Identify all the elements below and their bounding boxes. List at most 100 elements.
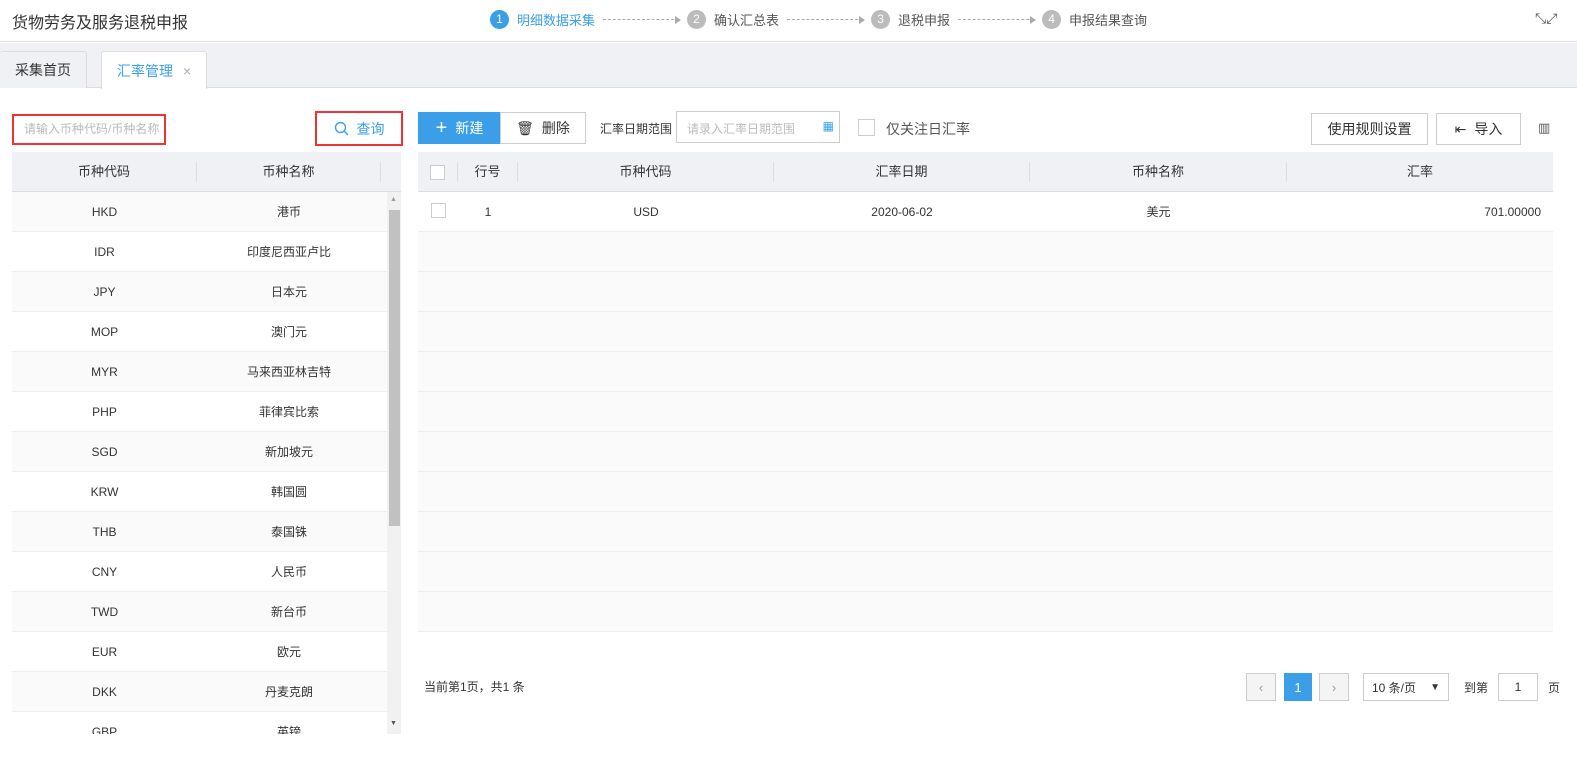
rate-date: 2020-06-02 bbox=[871, 204, 933, 219]
currency-code: TWD bbox=[90, 604, 119, 619]
chevron-down-icon: ▼ bbox=[1430, 681, 1440, 693]
currency-name: 英镑 bbox=[276, 725, 301, 734]
currency-row[interactable]: JPY 日本元 bbox=[12, 272, 387, 312]
scrollbar[interactable]: ▲ ▼ bbox=[387, 192, 401, 734]
empty-row bbox=[418, 472, 1553, 512]
currency-code: GBP bbox=[91, 724, 118, 735]
currency-code: THB bbox=[92, 524, 117, 539]
currency-list: ▲ ▼ HKD 港币 IDR 印度尼西亚卢比 JPY 日本元 MOP 澳门元 MYR 马来西亚林吉… bbox=[12, 192, 401, 734]
select-all-checkbox[interactable] bbox=[430, 164, 445, 180]
currency-name: 新加坡元 bbox=[264, 445, 313, 459]
plus-icon: + bbox=[435, 116, 448, 139]
date-range-input[interactable]: 请录入汇率日期范围 ▦ bbox=[676, 111, 840, 143]
delete-button[interactable]: 🗑 删除 bbox=[500, 112, 586, 144]
currency-row[interactable]: CNY 人民币 bbox=[12, 552, 387, 592]
scroll-down-icon[interactable]: ▼ bbox=[390, 720, 397, 727]
currency-row[interactable]: MOP 澳门元 bbox=[12, 312, 387, 352]
column-header: 汇率 bbox=[1406, 163, 1433, 179]
currency-code: EUR bbox=[91, 644, 118, 659]
tab-exchange-rate[interactable]: 汇率管理 × bbox=[101, 51, 208, 89]
app-title: 货物劳务及服务退税申报 bbox=[12, 15, 189, 32]
tab-bar: 采集首页 汇率管理 × bbox=[0, 43, 1577, 89]
query-button[interactable]: 查询 bbox=[315, 111, 403, 146]
rules-label: 使用规则设置 bbox=[1327, 121, 1412, 137]
prev-page-button[interactable]: ‹ bbox=[1246, 673, 1276, 701]
empty-row bbox=[418, 272, 1553, 312]
next-page-button[interactable]: › bbox=[1319, 673, 1349, 701]
empty-row bbox=[418, 392, 1553, 432]
goto-label: 到第 bbox=[1464, 681, 1489, 695]
header: 货物劳务及服务退税申报 1 明细数据采集 2 确认汇总表 3 退税申报 4 申报结果查询… bbox=[0, 0, 1577, 42]
column-settings-icon[interactable]: ▥ bbox=[1538, 120, 1550, 136]
currency-search-input[interactable]: 请输入币种代码/币种名称 bbox=[12, 114, 166, 145]
fullscreen-icon[interactable]: ⤡⤢ bbox=[1535, 10, 1557, 27]
step-label: 确认汇总表 bbox=[714, 12, 780, 28]
currency-row[interactable]: TWD 新台币 bbox=[12, 592, 387, 632]
rules-settings-button[interactable]: 使用规则设置 bbox=[1311, 113, 1428, 145]
tab-collect-home[interactable]: 采集首页 bbox=[0, 51, 87, 88]
calendar-icon: ▦ bbox=[822, 119, 834, 133]
column-header: 汇率日期 bbox=[774, 161, 1030, 182]
currency-row[interactable]: DKK 丹麦克朗 bbox=[12, 672, 387, 712]
currency-code: HKD bbox=[91, 204, 118, 219]
delete-label: 删除 bbox=[541, 120, 570, 136]
column-header: 币种代码 bbox=[12, 161, 197, 182]
step-label: 明细数据采集 bbox=[517, 12, 596, 28]
currency-row[interactable]: PHP 菲律宾比索 bbox=[12, 392, 387, 432]
currency-name: 丹麦克朗 bbox=[264, 685, 313, 699]
table-row[interactable]: 1 USD 2020-06-02 美元 701.00000 bbox=[418, 192, 1553, 232]
new-label: 新建 bbox=[455, 120, 484, 136]
close-icon[interactable]: × bbox=[183, 63, 191, 79]
import-icon: ⇤ bbox=[1454, 120, 1467, 137]
query-label: 查询 bbox=[356, 120, 385, 137]
empty-row bbox=[418, 432, 1553, 472]
empty-row bbox=[418, 232, 1553, 272]
select-all-cell bbox=[418, 161, 458, 182]
row-checkbox[interactable] bbox=[430, 202, 446, 218]
step-3[interactable]: 3 退税申报 bbox=[871, 9, 950, 29]
page-suffix: 页 bbox=[1548, 681, 1561, 695]
currency-row[interactable]: GBP 英镑 bbox=[12, 712, 387, 735]
currency-row[interactable]: HKD 港币 bbox=[12, 192, 387, 232]
step-4[interactable]: 4 申报结果查询 bbox=[1042, 9, 1148, 29]
date-placeholder: 请录入汇率日期范围 bbox=[687, 122, 796, 136]
exchange-rate-table: 行号 币种代码 汇率日期 币种名称 汇率 1 USD 2020-06-02 美元… bbox=[418, 152, 1553, 632]
currency-code: MYR bbox=[91, 364, 118, 379]
scrollbar-thumb[interactable] bbox=[389, 210, 400, 526]
step-arrow bbox=[787, 15, 866, 24]
import-button[interactable]: ⇤ 导入 bbox=[1436, 113, 1521, 145]
currency-row[interactable]: MYR 马来西亚林吉特 bbox=[12, 352, 387, 392]
goto-page-input[interactable]: 1 bbox=[1498, 673, 1538, 701]
row-number: 1 bbox=[484, 204, 492, 219]
step-1[interactable]: 1 明细数据采集 bbox=[490, 9, 596, 29]
currency-name: 泰国铢 bbox=[270, 525, 307, 539]
currency-name: 菲律宾比索 bbox=[258, 405, 319, 419]
step-progress: 1 明细数据采集 2 确认汇总表 3 退税申报 4 申报结果查询 bbox=[490, 9, 1147, 29]
empty-row bbox=[418, 312, 1553, 352]
step-arrow bbox=[603, 15, 682, 24]
currency-row[interactable]: IDR 印度尼西亚卢比 bbox=[12, 232, 387, 272]
page-size-value: 10 条/页 bbox=[1372, 680, 1417, 695]
step-label: 申报结果查询 bbox=[1069, 12, 1148, 28]
currency-code: KRW bbox=[90, 484, 119, 499]
currency-row[interactable]: THB 泰国铢 bbox=[12, 512, 387, 552]
currency-name: 美元 bbox=[1146, 205, 1171, 219]
only-date-label: 仅关注日汇率 bbox=[886, 121, 970, 137]
scroll-up-icon[interactable]: ▲ bbox=[390, 196, 397, 203]
only-date-checkbox[interactable] bbox=[858, 119, 875, 136]
empty-row bbox=[418, 352, 1553, 392]
page-size-select[interactable]: 10 条/页 ▼ bbox=[1363, 673, 1449, 701]
currency-row[interactable]: KRW 韩国圆 bbox=[12, 472, 387, 512]
page-1-button[interactable]: 1 bbox=[1284, 673, 1312, 701]
step-2[interactable]: 2 确认汇总表 bbox=[687, 9, 780, 29]
currency-code: MOP bbox=[90, 324, 119, 339]
currency-name: 马来西亚林吉特 bbox=[246, 365, 331, 379]
step-arrow bbox=[958, 15, 1037, 24]
currency-row[interactable]: SGD 新加坡元 bbox=[12, 432, 387, 472]
currency-row[interactable]: EUR 欧元 bbox=[12, 632, 387, 672]
currency-code: IDR bbox=[94, 244, 115, 259]
currency-code: JPY bbox=[93, 284, 116, 299]
column-header: 币种名称 bbox=[1030, 161, 1287, 182]
currency-name: 新台币 bbox=[270, 605, 307, 619]
new-button[interactable]: + 新建 bbox=[418, 112, 501, 144]
